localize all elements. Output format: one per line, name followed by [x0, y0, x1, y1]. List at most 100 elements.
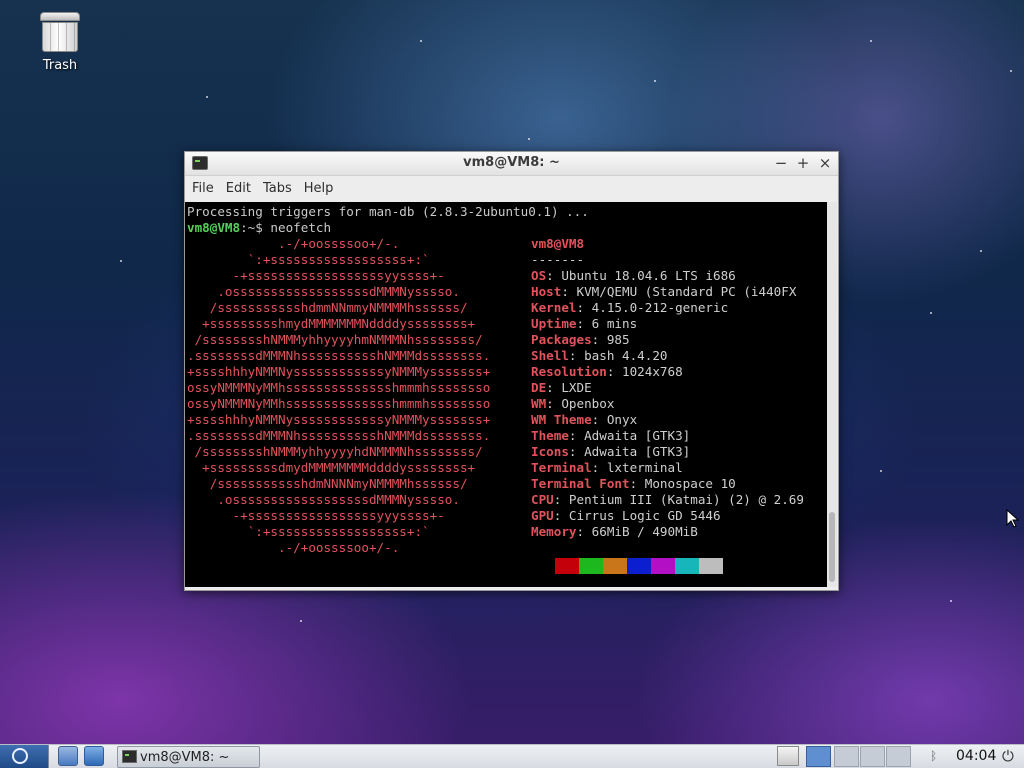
logo-line: .ssssssssdMMMNhsssssssssshNMMMdssssssss.	[187, 348, 491, 363]
prompt-separator: :~$	[240, 220, 271, 235]
userhost-line: vm8@VM8	[531, 236, 584, 252]
logo-line: .-/+oossssoo+/-.	[187, 540, 400, 555]
info-key: Shell	[531, 348, 569, 363]
info-row: Icons: Adwaita [GTK3]	[531, 444, 691, 459]
clock[interactable]: 04:04	[956, 748, 996, 764]
info-row: Kernel: 4.15.0-212-generic	[531, 300, 729, 315]
terminal-icon	[122, 750, 137, 763]
logo-line: -+sssssssssssssssssyyyssss+-	[187, 508, 445, 523]
info-value: Adwaita [GTK3]	[584, 444, 691, 459]
desktop-pager-3[interactable]	[860, 746, 885, 767]
logo-line: +ssssssssshmydMMMMMMMNddddyssssssss+	[187, 316, 476, 331]
logo-line: `:+ssssssssssssssssss+:`	[187, 524, 430, 539]
terminal-output[interactable]: Processing triggers for man-db (2.8.3-2u…	[185, 202, 828, 587]
close-button[interactable]: ×	[816, 154, 834, 172]
logo-line: ossyNMMMNyMMhsssssssssssssshmmmhssssssso	[187, 396, 491, 411]
menu-tabs[interactable]: Tabs	[262, 181, 299, 196]
info-key: OS	[531, 268, 547, 283]
logo-line: /sssssssshNMMMyhhyyyyhdNMMMNhssssssss/	[187, 444, 483, 459]
color-swatch	[627, 558, 651, 574]
info-key: GPU	[531, 508, 554, 523]
logo-line: +sssshhhyNMMNyssssssssssssyNMMMysssssss+	[187, 364, 491, 379]
info-key: Packages	[531, 332, 592, 347]
menu-help[interactable]: Help	[303, 181, 341, 196]
info-value: 4.15.0-212-generic	[591, 300, 729, 315]
desktop-pager-2[interactable]	[834, 746, 859, 767]
info-key: Theme	[531, 428, 569, 443]
info-row: Resolution: 1024x768	[531, 364, 683, 379]
info-value: Adwaita [GTK3]	[584, 428, 691, 443]
color-swatch	[579, 558, 603, 574]
info-value: 66MiB / 490MiB	[591, 524, 698, 539]
taskbar: vm8@VM8: ~ ᛒ 04:04 ⏻	[0, 744, 1024, 768]
logo-line: `:+ssssssssssssssssss+:`	[187, 252, 430, 267]
minimize-button[interactable]: −	[772, 154, 790, 172]
logo-line: .ossssssssssssssssssdMMMNysssso.	[187, 284, 460, 299]
desktop-pager-1[interactable]	[806, 746, 831, 767]
info-value: KVM/QEMU (Standard PC (i440FX	[576, 284, 797, 299]
trash-label: Trash	[42, 58, 78, 73]
logo-line: +sssshhhyNMMNyssssssssssssyNMMMysssssss+	[187, 412, 491, 427]
info-key: Resolution	[531, 364, 607, 379]
info-value: 985	[606, 332, 630, 347]
info-value: bash 4.4.20	[584, 348, 668, 363]
info-value: LXDE	[561, 380, 592, 395]
power-icon[interactable]: ⏻	[1002, 747, 1014, 768]
terminal-window[interactable]: vm8@VM8: ~ − + × File Edit Tabs Help Pro…	[184, 151, 839, 591]
info-row: Uptime: 6 mins	[531, 316, 638, 331]
info-key: Icons	[531, 444, 569, 459]
info-row: WM Theme: Onyx	[531, 412, 638, 427]
info-key: CPU	[531, 492, 554, 507]
info-value: Openbox	[561, 396, 615, 411]
info-key: WM	[531, 396, 547, 411]
info-row: Theme: Adwaita [GTK3]	[531, 428, 691, 443]
logo-line: .ossssssssssssssssssdMMMNysssso.	[187, 492, 460, 507]
menu-bar: File Edit Tabs Help	[185, 176, 838, 200]
info-key: Terminal Font	[531, 476, 630, 491]
start-menu-button[interactable]	[0, 745, 49, 768]
bluetooth-icon[interactable]: ᛒ	[930, 749, 940, 763]
info-value: 6 mins	[591, 316, 638, 331]
color-swatch	[555, 558, 579, 574]
taskbar-task-label: vm8@VM8: ~	[140, 750, 230, 765]
logo-line: /ssssssssssshdmmNNmmyNMMMMhssssss/	[187, 300, 468, 315]
show-desktop-icon[interactable]	[777, 746, 799, 766]
color-swatch	[603, 558, 627, 574]
color-swatch	[699, 558, 723, 574]
desktop-pager-4[interactable]	[886, 746, 911, 767]
info-key: Memory	[531, 524, 577, 539]
info-row: Shell: bash 4.4.20	[531, 348, 668, 363]
info-row: OS: Ubuntu 18.04.6 LTS i686	[531, 268, 736, 283]
info-value: Onyx	[606, 412, 638, 427]
info-value: 1024x768	[622, 364, 683, 379]
color-palette	[555, 558, 723, 574]
info-value: lxterminal	[606, 460, 683, 475]
scrollbar-thumb[interactable]	[829, 512, 835, 582]
logo-line: -+ssssssssssssssssssyyssss+-	[187, 268, 445, 283]
info-row: GPU: Cirrus Logic GD 5446	[531, 508, 721, 523]
window-titlebar[interactable]: vm8@VM8: ~ − + ×	[185, 152, 838, 176]
info-row: CPU: Pentium III (Katmai) (2) @ 2.69	[531, 492, 804, 507]
menu-file[interactable]: File	[191, 181, 221, 196]
file-manager-launcher-icon[interactable]	[58, 746, 78, 766]
info-row: WM: Openbox	[531, 396, 615, 411]
browser-launcher-icon[interactable]	[84, 746, 104, 766]
trash-icon	[40, 10, 80, 52]
info-value: Cirrus Logic GD 5446	[568, 508, 721, 523]
maximize-button[interactable]: +	[794, 154, 812, 172]
menu-edit[interactable]: Edit	[225, 181, 258, 196]
color-swatch	[675, 558, 699, 574]
info-row: DE: LXDE	[531, 380, 592, 395]
terminal-scrollbar[interactable]	[827, 202, 837, 587]
command-text: neofetch	[270, 220, 332, 235]
logo-line: .ssssssssdMMMNhsssssssssshNMMMdssssssss.	[187, 428, 491, 443]
info-key: DE	[531, 380, 547, 395]
lxde-logo-icon	[12, 748, 28, 764]
userhost: vm8@VM8	[531, 236, 585, 251]
trash-desktop-icon[interactable]: Trash	[28, 10, 92, 73]
logo-line: ossyNMMMNyMMhsssssssssssssshmmmhssssssso	[187, 380, 491, 395]
info-row: Memory: 66MiB / 490MiB	[531, 524, 698, 539]
logo-line: +sssssssssdmydMMMMMMMMddddyssssssss+	[187, 460, 476, 475]
taskbar-terminal-button[interactable]: vm8@VM8: ~	[117, 746, 260, 768]
color-swatch	[651, 558, 675, 574]
